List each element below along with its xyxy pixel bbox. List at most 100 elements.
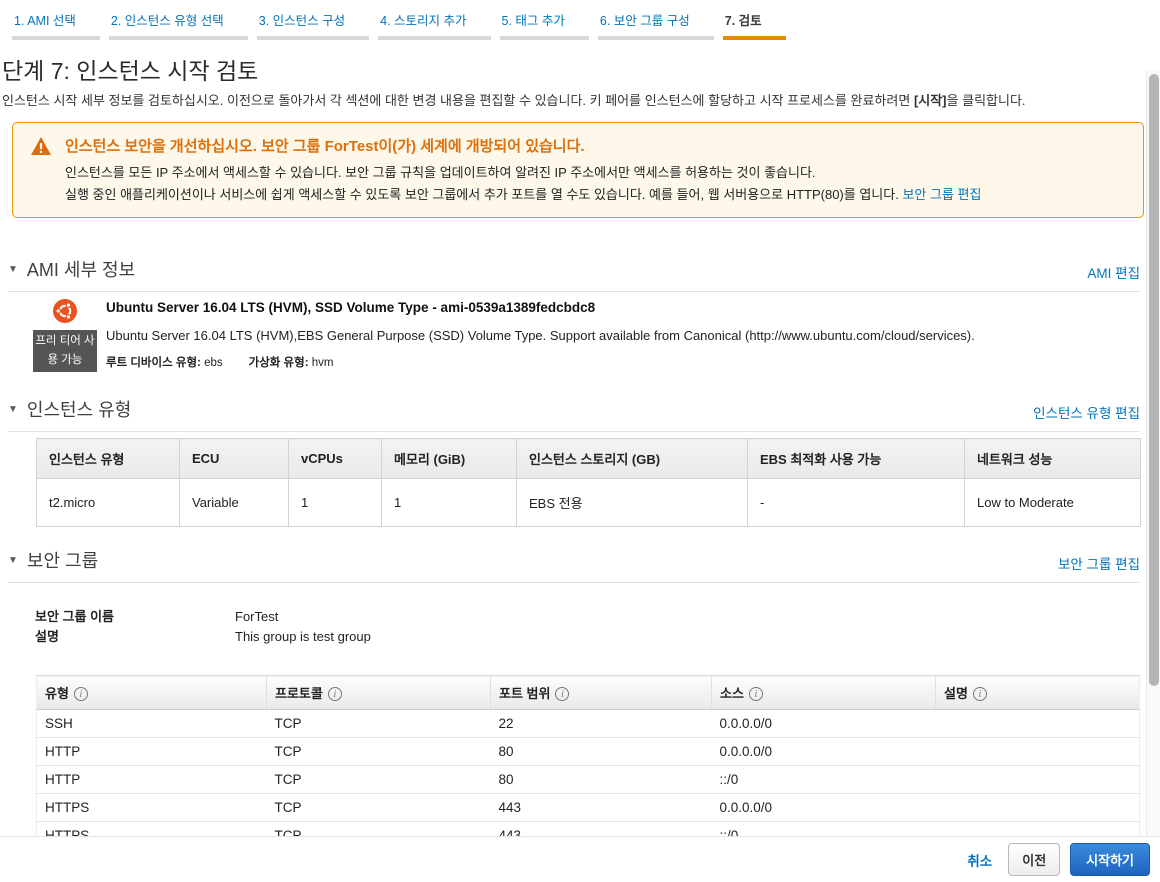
table-row: HTTP TCP 80 ::/0 (36, 765, 1140, 794)
edit-instance-type-link[interactable]: 인스턴스 유형 편집 (1033, 402, 1140, 422)
warning-line-2: 실행 중인 애플리케이션이나 서비스에 쉽게 액세스할 수 있도록 보안 그룹에… (65, 184, 981, 205)
warning-content: 인스턴스 보안을 개선하십시오. 보안 그룹 ForTest이(가) 세계에 개… (65, 135, 981, 205)
vertical-scrollbar-thumb[interactable] (1149, 74, 1159, 686)
info-icon[interactable]: i (748, 687, 763, 701)
rule-source: 0.0.0.0/0 (711, 709, 936, 738)
root-device-type-value: ebs (204, 357, 223, 369)
security-group-section-toggle[interactable]: ▼ 보안 그룹 (8, 547, 98, 573)
edit-security-group-link[interactable]: 보안 그룹 편집 (1058, 553, 1140, 573)
col-port-range-label: 포트 범위 (499, 686, 551, 701)
col-port-range: 포트 범위 i (490, 675, 712, 710)
col-ebs-optimized: EBS 최적화 사용 가능 (747, 438, 965, 479)
previous-button[interactable]: 이전 (1008, 843, 1061, 876)
table-row: SSH TCP 22 0.0.0.0/0 (36, 709, 1140, 738)
collapse-triangle-icon: ▼ (8, 554, 18, 566)
ami-name: Ubuntu Server 16.04 LTS (HVM), SSD Volum… (106, 300, 596, 315)
collapse-triangle-icon: ▼ (8, 263, 18, 275)
warning-edit-security-group-link[interactable]: 보안 그룹 편집 (902, 187, 981, 202)
col-memory: 메모리 (GiB) (381, 438, 517, 479)
security-group-description-label: 설명 (35, 629, 59, 644)
col-rule-type: 유형 i (36, 675, 267, 710)
tab-step-4-add-storage[interactable]: 4. 스토리지 추가 (378, 8, 491, 40)
security-group-description-value: This group is test group (235, 629, 371, 644)
collapse-triangle-icon: ▼ (8, 403, 18, 415)
table-row: HTTPS TCP 443 0.0.0.0/0 (36, 793, 1140, 822)
info-icon[interactable]: i (555, 687, 570, 701)
cell-network-performance: Low to Moderate (964, 478, 1141, 527)
warning-line-1: 인스턴스를 모든 IP 주소에서 액세스할 수 있습니다. 보안 그룹 규칙을 … (65, 165, 816, 180)
cell-memory: 1 (381, 478, 517, 527)
table-row: HTTP TCP 80 0.0.0.0/0 (36, 737, 1140, 766)
rule-port: 22 (490, 709, 712, 738)
col-rule-description: 설명 i (935, 675, 1140, 710)
info-icon[interactable]: i (73, 687, 88, 701)
instance-type-table: 인스턴스 유형 ECU vCPUs 메모리 (GiB) 인스턴스 스토리지 (G… (36, 438, 1141, 527)
rule-type: HTTP (36, 765, 267, 794)
wizard-footer: 취소 이전 시작하기 (0, 836, 1160, 882)
security-group-section-title: 보안 그룹 (26, 551, 99, 571)
security-group-name-row: 보안 그룹 이름 ForTest (35, 607, 1160, 627)
tab-step-1-choose-ami[interactable]: 1. AMI 선택 (12, 8, 100, 40)
rule-port: 443 (490, 793, 712, 822)
instance-type-section-header: ▼ 인스턴스 유형 인스턴스 유형 편집 (8, 396, 1140, 432)
rule-port: 80 (490, 765, 712, 794)
security-group-description-row: 설명 This group is test group (35, 627, 1160, 647)
rule-protocol: TCP (266, 737, 491, 766)
virtualization-type-label: 가상화 유형: (248, 357, 309, 369)
instance-type-table-header-row: 인스턴스 유형 ECU vCPUs 메모리 (GiB) 인스턴스 스토리지 (G… (36, 438, 1141, 479)
page-description: 인스턴스 시작 세부 정보를 검토하십시오. 이전으로 돌아가서 각 섹션에 대… (2, 92, 1140, 109)
tab-step-5-add-tags[interactable]: 5. 태그 추가 (499, 8, 589, 40)
cell-instance-storage: EBS 전용 (516, 478, 748, 527)
tab-step-2-choose-instance-type[interactable]: 2. 인스턴스 유형 선택 (108, 8, 248, 40)
page-description-launch-emphasis: [시작] (913, 93, 947, 108)
security-group-name-label: 보안 그룹 이름 (35, 609, 114, 624)
col-rule-type-label: 유형 (45, 686, 69, 701)
root-device-type: 루트 디바이스 유형: ebs (106, 357, 223, 369)
root-device-type-label: 루트 디바이스 유형: (106, 357, 201, 369)
instance-type-section-toggle[interactable]: ▼ 인스턴스 유형 (8, 396, 131, 422)
page-title: 단계 7: 인스턴스 시작 검토 (2, 58, 259, 84)
ami-media: 프리 티어 사용 가능 (33, 299, 97, 372)
cancel-button[interactable]: 취소 (967, 850, 992, 870)
rule-description (935, 765, 1140, 794)
rule-type: HTTP (36, 737, 267, 766)
warning-title: 인스턴스 보안을 개선하십시오. 보안 그룹 ForTest이(가) 세계에 개… (65, 138, 585, 155)
cell-vcpus: 1 (288, 478, 382, 527)
ami-summary: 프리 티어 사용 가능 Ubuntu Server 16.04 LTS (HVM… (33, 299, 1160, 372)
rule-description (935, 737, 1140, 766)
launch-wizard-review-page: 1. AMI 선택 2. 인스턴스 유형 선택 3. 인스턴스 구성 4. 스토… (0, 0, 1160, 882)
info-icon[interactable]: i (327, 687, 342, 701)
security-group-name-value: ForTest (235, 609, 279, 624)
ami-text: Ubuntu Server 16.04 LTS (HVM), SSD Volum… (106, 299, 975, 372)
cell-ecu: Variable (179, 478, 289, 527)
launch-button[interactable]: 시작하기 (1070, 843, 1150, 876)
rule-description (935, 793, 1140, 822)
tab-step-6-configure-security-group[interactable]: 6. 보안 그룹 구성 (597, 8, 714, 40)
table-row: t2.micro Variable 1 1 EBS 전용 - Low to Mo… (36, 478, 1141, 527)
rule-port: 80 (490, 737, 712, 766)
rule-source: ::/0 (711, 765, 936, 794)
col-rule-description-label: 설명 (944, 686, 968, 701)
ami-section-header: ▼ AMI 세부 정보 AMI 편집 (8, 256, 1140, 292)
security-rules-header-row: 유형 i 프로토콜 i 포트 범위 i 소스 i 설명 i (36, 675, 1140, 710)
rule-type: HTTPS (36, 793, 267, 822)
col-instance-storage: 인스턴스 스토리지 (GB) (516, 438, 748, 479)
rule-type: SSH (36, 709, 267, 738)
tab-step-3-configure-instance[interactable]: 3. 인스턴스 구성 (256, 8, 370, 40)
free-tier-badge: 프리 티어 사용 가능 (33, 330, 97, 372)
col-ecu: ECU (179, 438, 289, 479)
security-group-summary: 보안 그룹 이름 ForTest 설명 This group is test g… (35, 607, 1160, 647)
security-group-section-header: ▼ 보안 그룹 보안 그룹 편집 (8, 547, 1140, 583)
tab-step-7-review[interactable]: 7. 검토 (722, 8, 786, 40)
warning-line-2-text: 실행 중인 애플리케이션이나 서비스에 쉽게 액세스할 수 있도록 보안 그룹에… (65, 187, 903, 202)
edit-ami-link[interactable]: AMI 편집 (1087, 262, 1140, 282)
cell-instance-type: t2.micro (36, 478, 180, 527)
rule-protocol: TCP (266, 765, 491, 794)
vertical-scrollbar-track[interactable] (1146, 70, 1160, 836)
instance-type-section-title: 인스턴스 유형 (26, 400, 132, 420)
ami-detail-row: 루트 디바이스 유형: ebs 가상화 유형: hvm (106, 354, 975, 370)
rule-description (935, 709, 1140, 738)
info-icon[interactable]: i (972, 687, 987, 701)
ami-section-toggle[interactable]: ▼ AMI 세부 정보 (8, 256, 135, 282)
cell-ebs-optimized: - (747, 478, 965, 527)
